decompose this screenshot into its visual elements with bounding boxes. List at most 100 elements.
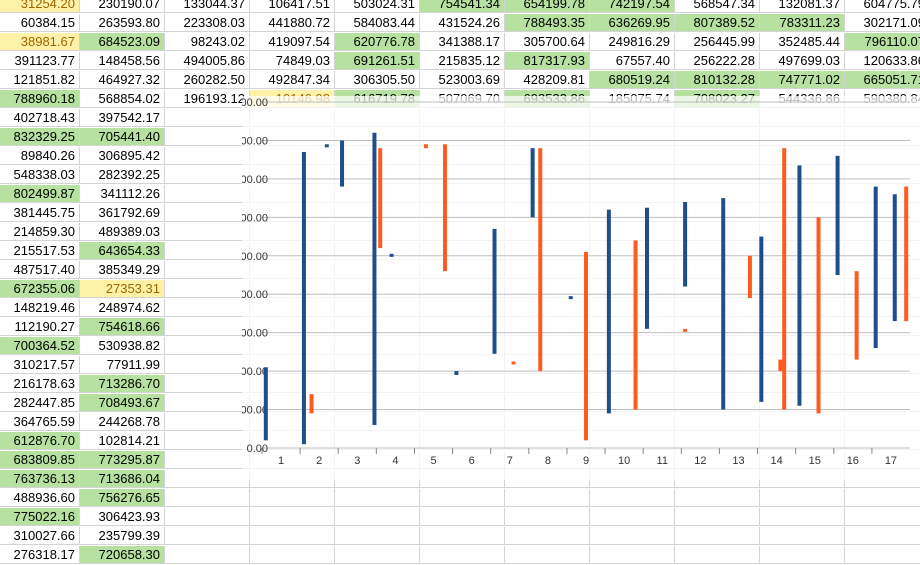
table-cell[interactable]: 148458.56 — [80, 52, 165, 70]
table-cell[interactable] — [165, 204, 250, 222]
table-cell[interactable]: 306423.93 — [80, 508, 165, 526]
table-cell[interactable]: 263593.80 — [80, 14, 165, 32]
table-cell[interactable] — [250, 546, 335, 564]
table-cell[interactable]: 705441.40 — [80, 128, 165, 146]
table-cell[interactable]: 810132.28 — [675, 71, 760, 89]
table-cell[interactable]: 802499.87 — [0, 185, 80, 203]
table-cell[interactable]: 106417.51 — [250, 0, 335, 13]
table-cell[interactable]: 230190.07 — [80, 0, 165, 13]
table-cell[interactable]: 381445.75 — [0, 204, 80, 222]
table-cell[interactable]: 341388.17 — [420, 33, 505, 51]
table-cell[interactable] — [335, 489, 420, 507]
table-cell[interactable]: 249816.29 — [590, 33, 675, 51]
table-cell[interactable] — [165, 147, 250, 165]
table-cell[interactable]: 754618.66 — [80, 318, 165, 336]
table-cell[interactable]: 223308.03 — [165, 14, 250, 32]
table-cell[interactable]: 763736.13 — [0, 470, 80, 488]
table-cell[interactable] — [845, 508, 920, 526]
table-cell[interactable]: 282447.85 — [0, 394, 80, 412]
table-cell[interactable] — [165, 299, 250, 317]
table-cell[interactable]: 523003.69 — [420, 71, 505, 89]
table-cell[interactable]: 248974.62 — [80, 299, 165, 317]
table-cell[interactable]: 756276.65 — [80, 489, 165, 507]
table-cell[interactable]: 305700.64 — [505, 33, 590, 51]
table-cell[interactable]: 680519.24 — [590, 71, 675, 89]
table-cell[interactable] — [165, 280, 250, 298]
table-cell[interactable]: 548338.03 — [0, 166, 80, 184]
table-cell[interactable]: 306895.42 — [80, 147, 165, 165]
table-cell[interactable]: 713686.04 — [80, 470, 165, 488]
table-cell[interactable]: 464927.32 — [80, 71, 165, 89]
table-cell[interactable] — [845, 489, 920, 507]
table-cell[interactable]: 604775.79 — [845, 0, 920, 13]
table-cell[interactable]: 441880.72 — [250, 14, 335, 32]
table-cell[interactable] — [165, 128, 250, 146]
table-cell[interactable] — [165, 527, 250, 545]
table-cell[interactable]: 708493.67 — [80, 394, 165, 412]
table-cell[interactable]: 112190.27 — [0, 318, 80, 336]
table-cell[interactable]: 102814.21 — [80, 432, 165, 450]
table-cell[interactable]: 215835.12 — [420, 52, 505, 70]
table-cell[interactable]: 67557.40 — [590, 52, 675, 70]
table-cell[interactable] — [165, 223, 250, 241]
table-cell[interactable]: 120633.86 — [845, 52, 920, 70]
table-cell[interactable]: 385349.29 — [80, 261, 165, 279]
table-cell[interactable]: 419097.54 — [250, 33, 335, 51]
table-cell[interactable]: 215517.53 — [0, 242, 80, 260]
table-cell[interactable]: 132081.37 — [760, 0, 845, 13]
table-cell[interactable]: 282392.25 — [80, 166, 165, 184]
table-cell[interactable]: 584083.44 — [335, 14, 420, 32]
table-cell[interactable]: 364765.59 — [0, 413, 80, 431]
table-cell[interactable]: 31254.20 — [0, 0, 80, 13]
table-cell[interactable]: 492847.34 — [250, 71, 335, 89]
table-cell[interactable]: 38981.67 — [0, 33, 80, 51]
table-cell[interactable]: 488936.60 — [0, 489, 80, 507]
table-cell[interactable]: 121851.82 — [0, 71, 80, 89]
table-cell[interactable]: 235799.39 — [80, 527, 165, 545]
table-cell[interactable]: 775022.16 — [0, 508, 80, 526]
table-cell[interactable] — [165, 489, 250, 507]
table-cell[interactable]: 431524.26 — [420, 14, 505, 32]
table-cell[interactable] — [335, 527, 420, 545]
table-cell[interactable] — [675, 546, 760, 564]
table-cell[interactable]: 214859.30 — [0, 223, 80, 241]
table-cell[interactable] — [845, 546, 920, 564]
table-cell[interactable] — [505, 489, 590, 507]
table-cell[interactable]: 341112.26 — [80, 185, 165, 203]
table-cell[interactable] — [165, 109, 250, 127]
table-cell[interactable]: 196193.12 — [165, 90, 250, 108]
table-cell[interactable]: 148219.46 — [0, 299, 80, 317]
table-cell[interactable]: 391123.77 — [0, 52, 80, 70]
table-cell[interactable]: 530938.82 — [80, 337, 165, 355]
table-cell[interactable]: 684523.09 — [80, 33, 165, 51]
table-cell[interactable] — [675, 508, 760, 526]
table-cell[interactable] — [505, 546, 590, 564]
table-cell[interactable] — [420, 527, 505, 545]
chart-overlay[interactable]: 0.00100000.00200000.00300000.00400000.00… — [242, 96, 920, 480]
table-cell[interactable]: 74849.03 — [250, 52, 335, 70]
table-cell[interactable] — [165, 261, 250, 279]
table-cell[interactable] — [590, 546, 675, 564]
table-cell[interactable]: 713286.70 — [80, 375, 165, 393]
table-cell[interactable]: 700364.52 — [0, 337, 80, 355]
table-cell[interactable]: 747771.02 — [760, 71, 845, 89]
table-cell[interactable]: 260282.50 — [165, 71, 250, 89]
table-cell[interactable]: 654199.78 — [505, 0, 590, 13]
table-cell[interactable] — [165, 318, 250, 336]
table-cell[interactable] — [165, 185, 250, 203]
table-cell[interactable] — [590, 508, 675, 526]
table-cell[interactable] — [335, 546, 420, 564]
table-cell[interactable]: 773295.87 — [80, 451, 165, 469]
table-cell[interactable]: 27353.31 — [80, 280, 165, 298]
table-cell[interactable]: 310217.57 — [0, 356, 80, 374]
table-cell[interactable] — [165, 508, 250, 526]
table-cell[interactable]: 612876.70 — [0, 432, 80, 450]
table-cell[interactable] — [505, 527, 590, 545]
table-cell[interactable] — [250, 489, 335, 507]
table-cell[interactable]: 306305.50 — [335, 71, 420, 89]
table-cell[interactable]: 98243.02 — [165, 33, 250, 51]
table-cell[interactable] — [760, 508, 845, 526]
table-cell[interactable]: 397542.17 — [80, 109, 165, 127]
table-cell[interactable] — [590, 527, 675, 545]
table-cell[interactable]: 503024.31 — [335, 0, 420, 13]
